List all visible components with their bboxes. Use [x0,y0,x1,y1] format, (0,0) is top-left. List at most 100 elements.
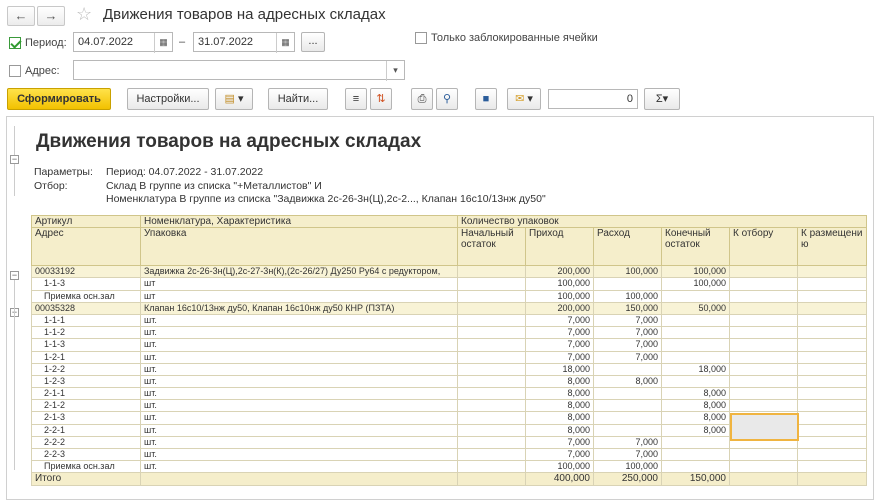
cell-package[interactable]: шт. [140,460,458,474]
cell-end[interactable]: 18,000 [661,362,730,376]
cell-to-place[interactable] [797,447,867,462]
generate-button[interactable]: Сформировать [7,88,111,110]
cell-package[interactable]: шт. [140,326,458,340]
cell-to-pick[interactable] [729,301,798,315]
cell-income[interactable]: 8,000 [525,399,594,413]
address-checkbox[interactable] [9,65,21,77]
cell-end[interactable]: 8,000 [661,423,730,437]
period-checkbox[interactable] [9,37,21,49]
cell-package[interactable]: шт [140,277,458,291]
cell-to-place[interactable] [797,301,867,315]
find-button[interactable]: Найти... [268,88,328,110]
cell-start[interactable] [457,447,526,462]
date-to-field[interactable]: 31.07.2022 ▦ [193,32,295,53]
cell-package[interactable]: шт. [140,435,458,450]
cell-income[interactable]: 7,000 [525,338,594,352]
selected-cell[interactable] [730,413,799,441]
cell-income[interactable]: 7,000 [525,350,594,364]
cell-income[interactable]: 400,000 [525,472,594,486]
cell-expense[interactable] [593,411,662,425]
cell-to-place[interactable] [797,362,867,376]
print-icon[interactable]: ⎙ [411,88,433,110]
cell-package[interactable]: шт. [140,423,458,437]
cell-income[interactable]: 8,000 [525,387,594,401]
cell-start[interactable] [457,289,526,303]
preview-icon[interactable]: ⚲ [436,88,458,110]
cell-address[interactable]: 1-2-2 [31,362,141,376]
cell-start[interactable] [457,374,526,389]
cell-expense[interactable] [593,387,662,401]
cell-to-pick[interactable] [729,326,798,340]
cell-start[interactable] [457,326,526,340]
cell-to-pick[interactable] [729,387,798,401]
cell-address[interactable]: 2-1-3 [31,411,141,425]
cell-income[interactable]: 200,000 [525,265,594,279]
cell-expense[interactable] [593,362,662,376]
cell-to-pick[interactable] [729,460,798,474]
cell-end[interactable]: 8,000 [661,399,730,413]
cell-to-pick[interactable] [729,447,798,462]
cell-income[interactable]: 8,000 [525,374,594,389]
cell-address[interactable]: Итого [31,472,141,486]
cell-expense[interactable]: 150,000 [593,301,662,315]
cell-start[interactable] [457,399,526,413]
cell-to-place[interactable] [797,472,867,486]
collapse-groups-icon[interactable]: ⇅ [370,88,392,110]
cell-end[interactable] [661,460,730,474]
cell-start[interactable] [457,362,526,376]
cell-address[interactable]: 00035328 [31,301,141,315]
cell-package[interactable]: шт. [140,399,458,413]
cell-to-place[interactable] [797,338,867,352]
cell-address[interactable]: 2-2-3 [31,447,141,462]
cell-address[interactable]: 2-2-1 [31,423,141,437]
cell-package[interactable]: шт. [140,411,458,425]
cell-to-pick[interactable] [729,472,798,486]
cell-address[interactable]: 1-1-3 [31,338,141,352]
cell-expense[interactable] [593,423,662,437]
cell-package[interactable]: шт. [140,350,458,364]
cell-expense[interactable]: 100,000 [593,460,662,474]
sum-button[interactable]: Σ▾ [644,88,680,110]
cell-package[interactable]: шт. [140,374,458,389]
cell-to-place[interactable] [797,399,867,413]
date-from-field[interactable]: 04.07.2022 ▦ [73,32,173,53]
expand-groups-icon[interactable]: ≡ [345,88,367,110]
cell-income[interactable]: 8,000 [525,411,594,425]
cell-address[interactable]: 00033192 [31,265,141,279]
cell-expense[interactable]: 7,000 [593,326,662,340]
cell-end[interactable] [661,374,730,389]
cell-package[interactable]: шт. [140,313,458,328]
cell-to-place[interactable] [797,423,867,437]
cell-to-place[interactable] [797,411,867,425]
cell-expense[interactable]: 100,000 [593,289,662,303]
cell-income[interactable]: 200,000 [525,301,594,315]
cell-to-place[interactable] [797,387,867,401]
cell-start[interactable] [457,338,526,352]
cell-income[interactable]: 7,000 [525,313,594,328]
cell-package[interactable]: шт. [140,387,458,401]
calendar-icon[interactable]: ▦ [276,33,294,53]
cell-expense[interactable]: 7,000 [593,435,662,450]
calendar-icon[interactable]: ▦ [154,33,172,53]
cell-income[interactable]: 7,000 [525,326,594,340]
cell-to-place[interactable] [797,435,867,450]
cell-to-pick[interactable] [729,277,798,291]
cell-to-place[interactable] [797,350,867,364]
cell-to-pick[interactable] [729,362,798,376]
cell-expense[interactable] [593,399,662,413]
cell-address[interactable]: 2-1-2 [31,399,141,413]
cell-end[interactable] [661,289,730,303]
cell-address[interactable]: 2-2-2 [31,435,141,450]
cell-income[interactable]: 7,000 [525,435,594,450]
settings-button[interactable]: Настройки... [127,88,209,110]
favorite-star-icon[interactable]: ☆ [76,4,92,24]
cell-income[interactable]: 100,000 [525,277,594,291]
back-button[interactable]: ← [7,6,35,26]
cell-end[interactable]: 100,000 [661,277,730,291]
cell-package[interactable]: Клапан 16с10/13нж ду50, Клапан 16с10нж д… [140,301,458,315]
cell-expense[interactable]: 250,000 [593,472,662,486]
cell-to-place[interactable] [797,277,867,291]
cell-package[interactable]: шт. [140,362,458,376]
cell-start[interactable] [457,460,526,474]
collapse-params-icon[interactable]: − [10,155,19,164]
